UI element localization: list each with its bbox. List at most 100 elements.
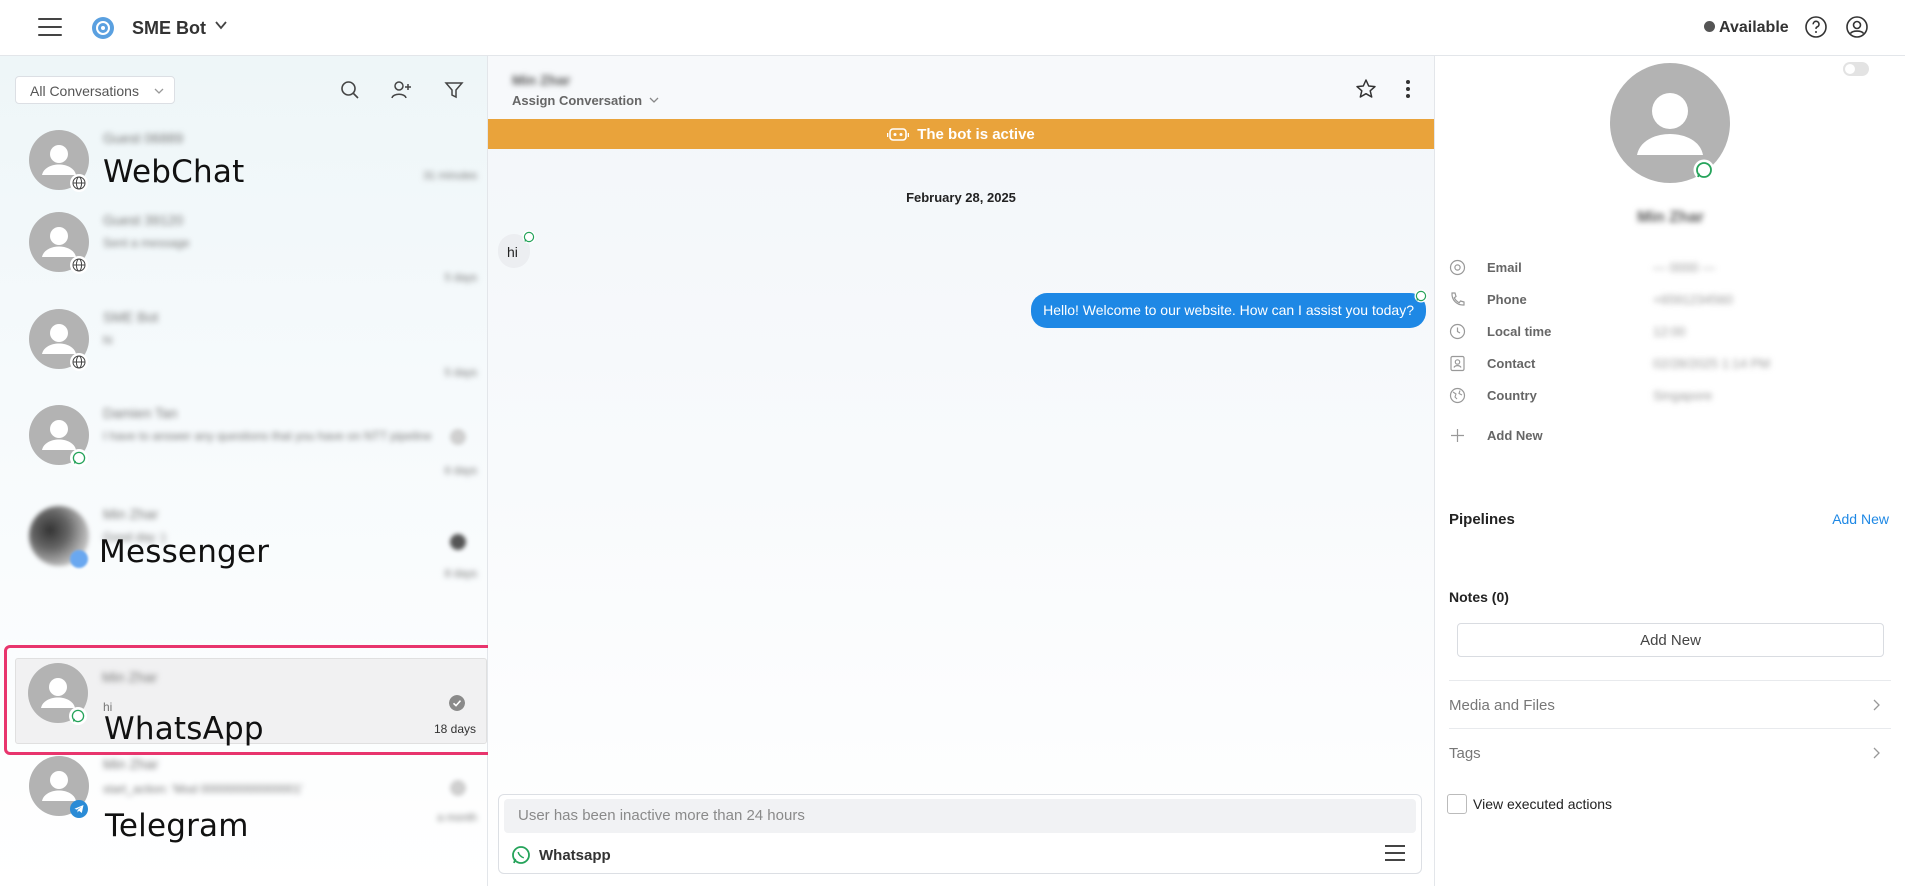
- user-account-icon[interactable]: [1845, 15, 1869, 39]
- clock-icon: [1449, 323, 1466, 340]
- country-label: Country: [1487, 388, 1537, 403]
- local-time-row: Local time 12:00: [1449, 321, 1889, 343]
- globe-icon: [70, 256, 88, 274]
- chevron-right-icon: [1873, 699, 1880, 711]
- email-value[interactable]: — 0000 —: [1653, 260, 1715, 275]
- phone-label: Phone: [1487, 292, 1527, 307]
- search-icon[interactable]: [339, 79, 361, 101]
- conversation-row[interactable]: SME Bot hi 5 days: [15, 303, 487, 399]
- app-name[interactable]: SME Bot: [132, 18, 206, 39]
- channel-label: Messenger: [99, 534, 270, 570]
- conversation-time: 8 days: [444, 568, 477, 580]
- toggle-switch[interactable]: [1843, 62, 1869, 76]
- availability-status[interactable]: Available: [1719, 19, 1789, 37]
- bot-banner-text: The bot is active: [917, 126, 1035, 143]
- message-preview: Sent a message: [103, 236, 190, 250]
- conversation-filter-select[interactable]: All Conversations: [15, 76, 175, 104]
- menu-icon[interactable]: [1385, 845, 1405, 861]
- message-preview: start_action: 'Mod 000000000000001': [103, 782, 304, 796]
- media-files-section[interactable]: Media and Files: [1449, 680, 1891, 728]
- message-input[interactable]: User has been inactive more than 24 hour…: [504, 799, 1416, 833]
- filter-icon[interactable]: [443, 79, 465, 101]
- phone-icon: [1451, 292, 1465, 306]
- app-logo-icon: [92, 17, 114, 39]
- email-label: Email: [1487, 260, 1522, 275]
- contact-label: Contact: [1487, 356, 1536, 371]
- status-dot: [1704, 21, 1715, 32]
- email-row: Email — 0000 —: [1449, 257, 1889, 279]
- chevron-down-icon[interactable]: [214, 18, 228, 32]
- contact-value: 02/28/2025 1:14 PM: [1653, 356, 1771, 371]
- pipelines-title: Pipelines: [1449, 511, 1515, 528]
- message-preview: hi: [103, 333, 113, 347]
- channel-label: Telegram: [105, 808, 249, 844]
- whatsapp-icon: [522, 230, 536, 244]
- contact-name: Min Zhar: [103, 756, 159, 772]
- pipelines-add-link[interactable]: Add New: [1832, 511, 1889, 527]
- contact-name: Damien Tan: [103, 405, 178, 421]
- add-note-button[interactable]: Add New: [1457, 623, 1884, 657]
- tags-section[interactable]: Tags: [1449, 728, 1891, 776]
- conversation-row[interactable]: Min Zhar start_action: 'Mod 000000000000…: [15, 750, 487, 846]
- contact-row: Contact 02/28/2025 1:14 PM: [1449, 353, 1889, 375]
- whatsapp-icon: [70, 449, 88, 467]
- chevron-right-icon: [1873, 747, 1880, 759]
- conversation-row[interactable]: Min Zhar Good day :) Messenger 8 days: [15, 500, 487, 596]
- contact-card-icon: [1450, 355, 1465, 372]
- contact-name: Guest 06889: [103, 130, 184, 146]
- conversation-row[interactable]: Damien Tan I have to answer any question…: [15, 399, 487, 495]
- assign-conversation-label: Assign Conversation: [512, 93, 643, 108]
- hamburger-menu-icon[interactable]: [38, 18, 62, 38]
- conversation-row[interactable]: Guest 39120 Sent a message 5 days: [15, 206, 487, 302]
- message-preview: I have to answer any questions that you …: [103, 429, 432, 443]
- chevron-down-icon: [649, 97, 659, 103]
- conversation-time: 5 days: [444, 367, 477, 379]
- more-vertical-icon[interactable]: [1405, 78, 1411, 100]
- phone-row: Phone +6591234560: [1449, 289, 1889, 311]
- view-actions-checkbox[interactable]: [1447, 794, 1467, 814]
- country-row: Country Singapore: [1449, 385, 1889, 407]
- contact-name: Min Zhar: [1637, 209, 1704, 226]
- tags-label: Tags: [1449, 745, 1481, 762]
- conversation-time: 6 days: [444, 465, 477, 477]
- chat-contact-name: Min Zhar: [512, 72, 571, 88]
- contact-name: Guest 39120: [103, 212, 184, 228]
- notes-title: Notes (0): [1449, 589, 1509, 605]
- date-separator: February 28, 2025: [906, 190, 1016, 205]
- conversation-time: 31 minutes: [423, 170, 477, 182]
- local-time-label: Local time: [1487, 324, 1552, 339]
- phone-value[interactable]: +6591234560: [1653, 292, 1733, 307]
- globe-icon: [70, 353, 88, 371]
- assign-conversation-dropdown[interactable]: Assign Conversation: [512, 93, 659, 108]
- add-field-label: Add New: [1487, 428, 1543, 443]
- chat-header: Min Zhar Assign Conversation: [488, 56, 1434, 119]
- add-contact-icon[interactable]: [390, 79, 412, 101]
- help-icon[interactable]: [1804, 15, 1828, 39]
- conversation-time: a month: [437, 812, 477, 824]
- globe-icon: [70, 174, 88, 192]
- status-check-icon: [450, 780, 466, 796]
- channel-label: WebChat: [103, 154, 245, 190]
- top-bar: SME Bot Available: [0, 0, 1905, 56]
- plus-icon: [1451, 429, 1464, 442]
- globe-icon: [1449, 387, 1466, 404]
- message-composer: User has been inactive more than 24 hour…: [498, 794, 1422, 874]
- contact-name: Min Zhar: [103, 506, 159, 522]
- add-field-button[interactable]: Add New: [1449, 425, 1889, 447]
- star-icon[interactable]: [1355, 78, 1377, 100]
- messenger-icon: [70, 550, 88, 568]
- conversation-filter-value: All Conversations: [30, 83, 139, 99]
- country-value[interactable]: Singapore: [1653, 388, 1712, 403]
- whatsapp-icon: [512, 846, 530, 864]
- contact-name: SME Bot: [103, 309, 159, 325]
- conversation-time: 5 days: [444, 272, 477, 284]
- media-files-label: Media and Files: [1449, 697, 1555, 714]
- telegram-icon: [70, 800, 88, 818]
- status-check-icon: [450, 429, 466, 445]
- at-icon: [1449, 259, 1466, 276]
- outgoing-message: Hello! Welcome to our website. How can I…: [1031, 293, 1426, 328]
- chevron-down-icon: [154, 88, 164, 94]
- contact-details-panel: Min Zhar Email — 0000 — Phone +659123456…: [1434, 56, 1905, 886]
- local-time-value: 12:00: [1653, 324, 1686, 339]
- channel-selector[interactable]: Whatsapp: [539, 847, 611, 864]
